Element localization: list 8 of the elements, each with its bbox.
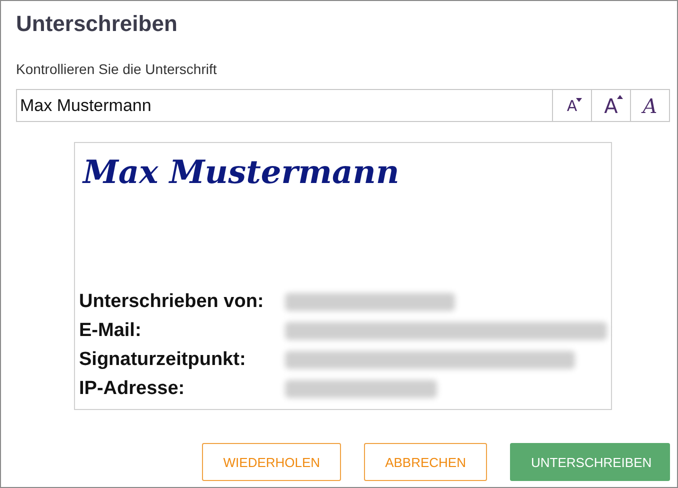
field-label: E-Mail:: [79, 320, 142, 342]
name-field[interactable]: Max Mustermann A A A: [16, 89, 670, 122]
instruction-text: Kontrollieren Sie die Unterschrift: [16, 61, 218, 79]
field-label: Unterschrieben von:: [79, 290, 265, 312]
field-label: IP-Adresse:: [79, 378, 186, 400]
field-label: Signaturzeitpunkt:: [79, 348, 247, 370]
dialog-title: Unterschreiben: [16, 10, 178, 38]
signature-text: Max Mustermann: [83, 153, 400, 193]
